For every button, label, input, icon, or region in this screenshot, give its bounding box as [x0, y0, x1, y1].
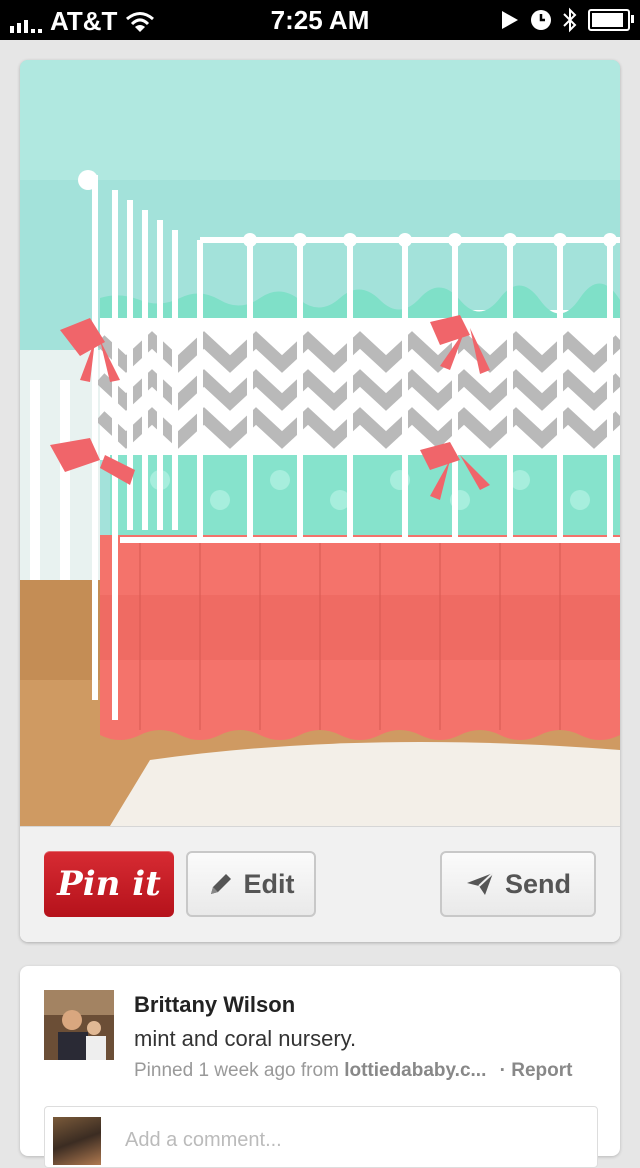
pinner-avatar[interactable]: [44, 990, 114, 1060]
avatar-photo: [44, 990, 114, 1060]
play-icon: [502, 11, 518, 29]
pinned-time: Pinned 1 week ago from: [134, 1060, 345, 1081]
pin-action-bar: Pin it Edit Send: [20, 826, 620, 942]
report-link[interactable]: · Report: [500, 1060, 573, 1081]
source-link[interactable]: lottiedababy.c...: [344, 1060, 486, 1081]
crib-photo: [20, 60, 620, 826]
pin-card: Pin it Edit Send: [20, 60, 620, 942]
send-button[interactable]: Send: [440, 851, 596, 917]
status-bar: AT&T 7:25 AM: [0, 0, 640, 40]
pinner-card: Brittany Wilson mint and coral nursery. …: [20, 966, 620, 1168]
battery-icon: [588, 9, 634, 31]
edit-label: Edit: [243, 868, 295, 899]
alarm-clock-icon: [531, 10, 551, 30]
comment-placeholder: Add a comment...: [125, 1129, 282, 1151]
edit-button[interactable]: Edit: [186, 851, 316, 917]
send-label: Send: [504, 868, 571, 899]
pin-meta: Pinned 1 week ago from lottiedababy.c...…: [134, 1060, 572, 1082]
status-right: [500, 7, 634, 33]
pin-it-label: Pin it: [57, 864, 161, 904]
comment-avatar: [53, 1117, 101, 1165]
pin-it-button[interactable]: Pin it: [44, 851, 174, 917]
bluetooth-icon: [563, 7, 577, 33]
battery-fill: [592, 13, 623, 27]
paper-plane-icon: [466, 872, 494, 895]
pin-description: mint and coral nursery.: [134, 1026, 357, 1051]
pinner-name[interactable]: Brittany Wilson: [134, 992, 295, 1018]
pencil-icon: [210, 874, 231, 894]
comment-input[interactable]: Add a comment...: [44, 1106, 598, 1168]
pin-image[interactable]: [20, 60, 620, 826]
